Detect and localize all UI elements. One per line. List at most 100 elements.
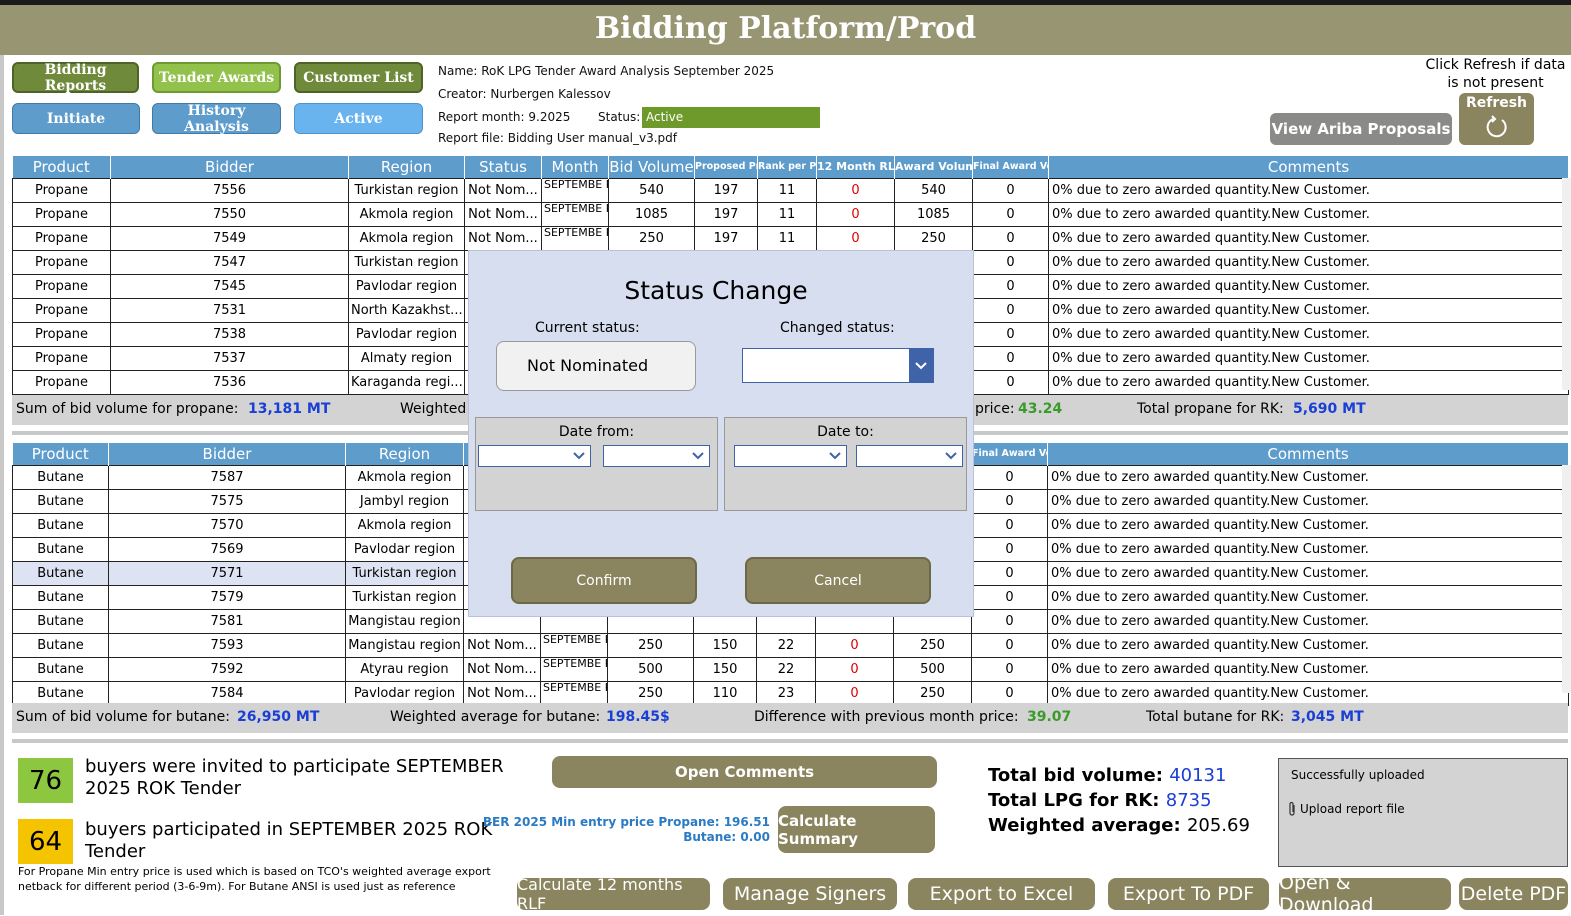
table-cell: 7584 — [108, 680, 346, 706]
table-cell: Propane — [12, 273, 111, 299]
butane-scrollbar[interactable] — [1562, 465, 1571, 693]
table-cell: Propane — [12, 369, 111, 395]
table-cell: 0 — [815, 680, 894, 706]
table-cell: Butane — [12, 560, 109, 586]
upload-report-button[interactable]: Upload report file — [1287, 801, 1405, 817]
table-cell: 1085 — [608, 201, 695, 227]
page-title: Bidding Platform/Prod — [0, 5, 1571, 55]
table-row[interactable]: Propane 7550 Akmola region Not Nom... SEPTEM… — [12, 201, 1569, 227]
table-cell: 250 — [894, 225, 973, 251]
table-row[interactable]: Butane 7592 Atyrau region Not Nom... SEPTEMB… — [12, 656, 1569, 682]
table-cell: 250 — [607, 632, 694, 658]
table-cell: Butane — [12, 680, 109, 706]
table-cell: 0% due to zero awarded quantity.New Cust… — [1047, 680, 1569, 706]
table-cell: Propane — [12, 201, 111, 227]
date-from-year-dropdown[interactable] — [603, 445, 710, 467]
table-cell: 7579 — [108, 584, 346, 610]
tender-awards-button[interactable]: Tender Awards — [152, 62, 281, 93]
view-ariba-proposals-button[interactable]: View Ariba Proposals — [1270, 113, 1452, 145]
refresh-label: Refresh — [1465, 95, 1528, 111]
column-header: Month — [541, 156, 609, 178]
refresh-button[interactable]: Refresh — [1459, 93, 1534, 145]
date-to-year-dropdown[interactable] — [856, 445, 963, 467]
table-cell: 0 — [816, 225, 895, 251]
table-row[interactable]: Propane 7556 Turkistan region Not Nom... SEP… — [12, 177, 1569, 203]
total-bid-value: 40131 — [1169, 765, 1227, 786]
table-cell: 7537 — [110, 345, 349, 371]
table-cell: 0 — [972, 297, 1049, 323]
table-cell: Propane — [12, 321, 111, 347]
propane-scrollbar[interactable] — [1562, 178, 1571, 390]
table-row[interactable]: Butane 7593 Mangistau region Not Nom... SEPT… — [12, 632, 1569, 658]
calculate-rlf-button[interactable]: Calculate 12 months RLF — [517, 875, 710, 913]
export-pdf-button[interactable]: Export To PDF — [1108, 878, 1269, 910]
table-cell: Turkistan region — [345, 584, 464, 610]
table-row[interactable]: Butane 7584 Pavlodar region Not Nom... SEPTE… — [12, 680, 1569, 706]
active-button[interactable]: Active — [294, 103, 423, 134]
bidding-reports-button[interactable]: Bidding Reports — [12, 62, 139, 94]
open-comments-button[interactable]: Open Comments — [552, 756, 937, 788]
table-cell: 11 — [757, 225, 817, 251]
table-cell: 0 — [816, 177, 895, 203]
calculate-summary-button[interactable]: Calculate Summary — [778, 806, 935, 853]
initiate-button[interactable]: Initiate — [12, 103, 140, 134]
report-creator: Creator: Nurbergen Kalessov — [438, 87, 611, 101]
left-edge — [0, 55, 4, 915]
table-cell: 0% due to zero awarded quantity.New Cust… — [1047, 656, 1569, 682]
table-cell: Not Nom... — [463, 632, 541, 658]
date-from-label: Date from: — [558, 424, 635, 440]
table-cell: 150 — [693, 656, 757, 682]
table-cell: 540 — [608, 177, 695, 203]
cancel-button[interactable]: Cancel — [745, 557, 931, 604]
table-cell: 0 — [971, 560, 1048, 586]
delete-pdf-button[interactable]: Delete PDF — [1459, 878, 1568, 910]
butane-diff-value: 39.07 — [1027, 709, 1072, 725]
chevron-down-icon — [909, 349, 933, 382]
table-cell: 110 — [693, 680, 757, 706]
open-download-button[interactable]: Open & Download — [1279, 872, 1451, 916]
table-cell: SEPTEMBE R — [541, 225, 609, 251]
paperclip-icon — [1289, 801, 1295, 816]
table-cell: 0% due to zero awarded quantity.New Cust… — [1047, 464, 1569, 490]
table-cell: Not Nom... — [464, 201, 542, 227]
status-label: Status: — [598, 110, 641, 124]
manage-signers-button[interactable]: Manage Signers — [723, 878, 897, 910]
table-cell: 11 — [757, 201, 817, 227]
total-lpg-value: 8735 — [1165, 790, 1212, 811]
table-cell: Not Nom... — [463, 656, 541, 682]
date-from-panel: Date from: — [475, 417, 718, 511]
date-from-month-dropdown[interactable] — [478, 445, 591, 467]
table-cell: 7570 — [108, 512, 346, 538]
report-file: Report file: Bidding User manual_v3.pdf — [438, 131, 678, 145]
table-cell: Akmola region — [348, 225, 465, 251]
customer-list-button[interactable]: Customer List — [294, 62, 423, 93]
table-cell: SEPTEMBE R — [540, 680, 608, 706]
butane-summary-bar: Sum of bid volume for butane: 26,950 MT … — [12, 703, 1568, 733]
history-analysis-button[interactable]: History Analysis — [152, 103, 281, 135]
table-cell: 0% due to zero awarded quantity.New Cust… — [1048, 321, 1569, 347]
table-cell: Mangistau region — [345, 608, 464, 634]
column-header: Region — [348, 156, 465, 178]
column-header: Product — [12, 156, 111, 178]
refresh-hint: Click Refresh if data is not present — [1425, 57, 1566, 91]
export-excel-button[interactable]: Export to Excel — [908, 878, 1095, 910]
current-status-label: Current status: — [535, 320, 640, 336]
table-cell: 7547 — [110, 249, 349, 275]
table-cell: 7545 — [110, 273, 349, 299]
table-cell: 0 — [972, 369, 1049, 395]
table-row[interactable]: Propane 7549 Akmola region Not Nom... SEPTEM… — [12, 225, 1569, 251]
date-to-month-dropdown[interactable] — [734, 445, 847, 467]
table-cell: Butane — [12, 536, 109, 562]
table-cell: Almaty region — [348, 345, 465, 371]
table-cell: 197 — [694, 225, 758, 251]
column-header: Comments — [1047, 443, 1569, 465]
table-cell: 0 — [815, 632, 894, 658]
table-cell: 0 — [815, 656, 894, 682]
table-cell: 250 — [607, 680, 694, 706]
table-cell: North Kazakhst... — [348, 297, 465, 323]
confirm-button[interactable]: Confirm — [511, 557, 697, 604]
table-cell: 0 — [972, 249, 1049, 275]
table-cell: Mangistau region — [345, 632, 464, 658]
table-cell: Butane — [12, 632, 109, 658]
changed-status-dropdown[interactable] — [742, 348, 934, 383]
